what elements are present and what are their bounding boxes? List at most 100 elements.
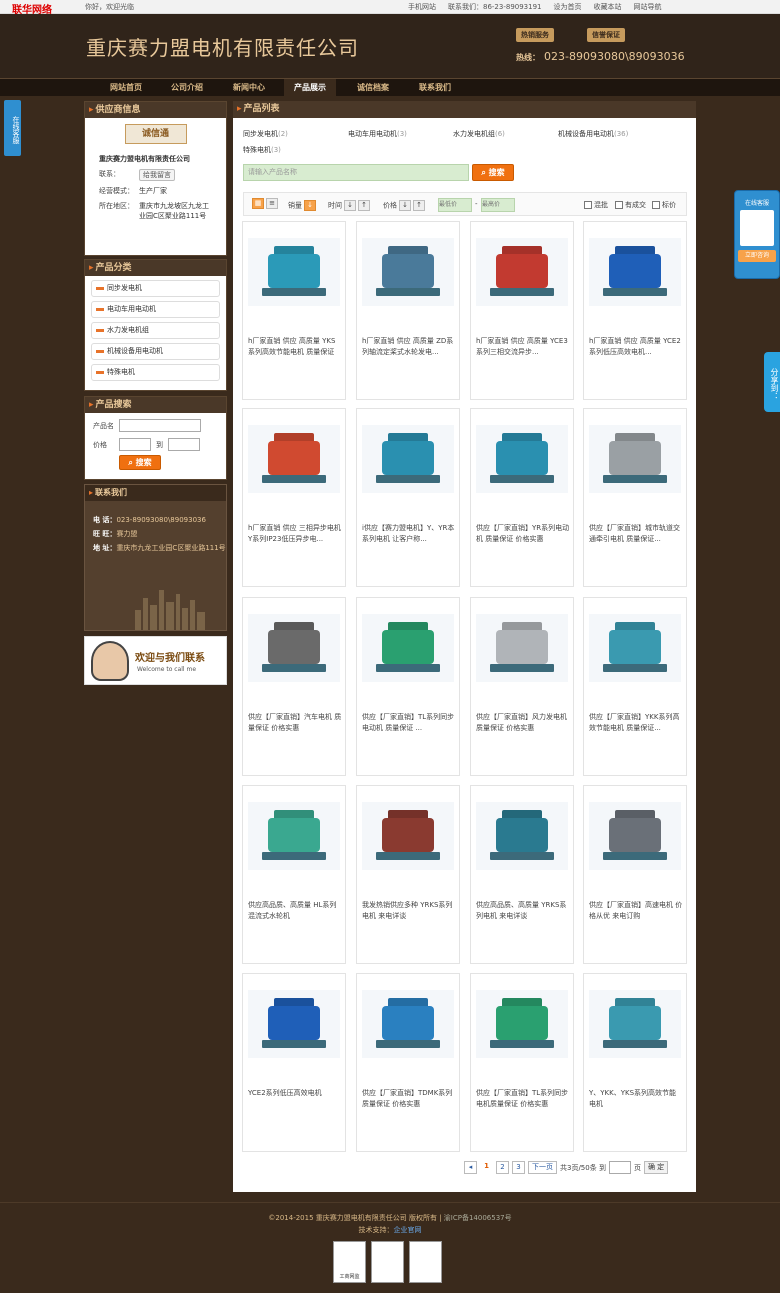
product-caption[interactable]: 供应高品质、高质量 HL系列混流式水轮机 [248, 900, 342, 922]
product-caption[interactable]: 供应【厂家直销】城市轨道交通牵引电机 质量保证... [589, 523, 683, 545]
top-link-favorite[interactable]: 收藏本站 [594, 2, 622, 12]
product-card[interactable]: h厂家直销 供应 高质量 YCE2系列低压高效电机... [583, 221, 687, 400]
product-image[interactable] [248, 614, 340, 682]
product-caption[interactable]: 供应高品质、高质量 YRKS系列电机 来电详谈 [476, 900, 570, 922]
product-image[interactable] [589, 990, 681, 1058]
product-card[interactable]: 供应高品质、高质量 YRKS系列电机 来电详谈 [470, 785, 574, 964]
product-card[interactable]: h厂家直销 供应 三相异步电机 Y系列IP23低压异步电... [242, 408, 346, 587]
leave-message-button[interactable]: 给我留言 [139, 169, 175, 181]
product-search-button[interactable]: ⌕ 搜索 [472, 164, 514, 181]
page-1[interactable]: 1 [480, 1161, 493, 1174]
product-image[interactable] [476, 990, 568, 1058]
product-card[interactable]: 供应【厂家直销】YKK系列高效节能电机 质量保证... [583, 597, 687, 776]
product-name-input[interactable] [119, 419, 201, 432]
price-max-input[interactable] [168, 438, 200, 451]
support-link[interactable]: 企业官网 [394, 1226, 422, 1234]
product-card[interactable]: h厂家直销 供应 高质量 YCE3系列三相交流异步... [470, 221, 574, 400]
next-page-button[interactable]: 下一页 [528, 1161, 557, 1174]
nav-credit[interactable]: 诚信档案 [357, 82, 389, 93]
company-title[interactable]: 重庆赛力盟电机有限责任公司 [86, 32, 359, 61]
sort-time[interactable]: 时间 ↓ ↑ [328, 200, 370, 211]
security-badge-icon[interactable] [409, 1241, 442, 1283]
product-card[interactable]: 供应【厂家直销】TDMK系列质量保证 价格实惠 [356, 973, 460, 1152]
nav-news[interactable]: 新闻中心 [233, 82, 265, 93]
nav-contact[interactable]: 联系我们 [419, 82, 451, 93]
product-caption[interactable]: 我发热销供应多种 YRKS系列电机 来电详谈 [362, 900, 456, 922]
product-image[interactable] [589, 238, 681, 306]
product-caption[interactable]: Y、YKK、YKS系列高效节能电机 [589, 1088, 683, 1110]
gongshang-badge-icon[interactable]: 工商网监 [333, 1241, 366, 1283]
product-caption[interactable]: h厂家直销 供应 高质量 YCE2系列低压高效电机... [589, 336, 683, 358]
category-item[interactable]: 机械设备用电动机 [91, 343, 220, 360]
product-card[interactable]: h厂家直销 供应 高质量 YKS系列高效节能电机 质量保证 [242, 221, 346, 400]
product-caption[interactable]: h厂家直销 供应 高质量 ZD系列轴流定桨式水轮发电... [362, 336, 456, 358]
police-badge-icon[interactable] [371, 1241, 404, 1283]
product-card[interactable]: 供应【厂家直销】TL系列同步电机质量保证 价格实惠 [470, 973, 574, 1152]
page-confirm-button[interactable]: 确 定 [643, 1161, 669, 1174]
product-card[interactable]: Y、YKK、YKS系列高效节能电机 [583, 973, 687, 1152]
product-caption[interactable]: 供应【厂家直销】YR系列电动机 质量保证 价格实惠 [476, 523, 570, 545]
product-caption[interactable]: h厂家直销 供应 三相异步电机 Y系列IP23低压异步电... [248, 523, 342, 545]
category-item[interactable]: 特殊电机 [91, 364, 220, 381]
product-card[interactable]: 供应【厂家直销】城市轨道交通牵引电机 质量保证... [583, 408, 687, 587]
page-2[interactable]: 2 [496, 1161, 509, 1174]
filter-priced[interactable]: 标价 [652, 200, 676, 210]
top-link-sitemap[interactable]: 网站导航 [634, 2, 662, 12]
product-image[interactable] [362, 990, 454, 1058]
product-caption[interactable]: i供应【赛力盟电机】Y、YR本系列电机 让客户称... [362, 523, 456, 545]
category-item[interactable]: 水力发电机组 [91, 322, 220, 339]
tag-item[interactable]: 电动车用电动机(3) [348, 129, 453, 139]
tag-item[interactable]: 特殊电机(3) [243, 145, 348, 155]
product-caption[interactable]: 供应【厂家直销】TDMK系列质量保证 价格实惠 [362, 1088, 456, 1110]
tag-item[interactable]: 机械设备用电动机(36) [558, 129, 663, 139]
tag-item[interactable]: 水力发电机组(6) [453, 129, 558, 139]
product-caption[interactable]: h厂家直销 供应 高质量 YCE3系列三相交流异步... [476, 336, 570, 358]
product-image[interactable] [589, 614, 681, 682]
product-search-input[interactable]: 请输入产品名称 [243, 164, 469, 181]
product-image[interactable] [362, 425, 454, 493]
product-image[interactable] [362, 238, 454, 306]
list-view-icon[interactable]: ≡ [264, 198, 278, 209]
max-price-input[interactable] [481, 198, 515, 212]
share-tab[interactable]: 分享到： [764, 352, 780, 412]
top-link-mobile[interactable]: 手机网站 [408, 2, 436, 12]
product-image[interactable] [362, 802, 454, 870]
consult-now-button[interactable]: 立即咨询 [738, 250, 776, 262]
nav-about[interactable]: 公司介绍 [171, 82, 203, 93]
product-caption[interactable]: 供应【厂家直销】高速电机 价格从优 来电订购 [589, 900, 683, 922]
nav-products[interactable]: 产品展示 [284, 79, 336, 97]
product-image[interactable] [589, 425, 681, 493]
product-image[interactable] [248, 990, 340, 1058]
top-link-contact[interactable]: 联系我们：86-23-89093191 [448, 2, 542, 12]
product-image[interactable] [248, 425, 340, 493]
page-3[interactable]: 3 [512, 1161, 525, 1174]
product-caption[interactable]: 供应【厂家直销】汽车电机 质量保证 价格实惠 [248, 712, 342, 734]
product-caption[interactable]: 供应【厂家直销】TL系列同步电动机 质量保证 ... [362, 712, 456, 734]
product-card[interactable]: i供应【赛力盟电机】Y、YR本系列电机 让客户称... [356, 408, 460, 587]
supplier-name[interactable]: 重庆赛力盟电机有限责任公司 [99, 154, 226, 164]
sidebar-search-button[interactable]: ⌕ 搜索 [119, 455, 161, 470]
product-image[interactable] [476, 425, 568, 493]
product-card[interactable]: h厂家直销 供应 高质量 ZD系列轴流定桨式水轮发电... [356, 221, 460, 400]
product-card[interactable]: 供应高品质、高质量 HL系列混流式水轮机 [242, 785, 346, 964]
product-card[interactable]: 供应【厂家直销】高速电机 价格从优 来电订购 [583, 785, 687, 964]
product-card[interactable]: 供应【厂家直销】YR系列电动机 质量保证 价格实惠 [470, 408, 574, 587]
product-image[interactable] [476, 614, 568, 682]
product-card[interactable]: 供应【厂家直销】汽车电机 质量保证 价格实惠 [242, 597, 346, 776]
product-caption[interactable]: 供应【厂家直销】TL系列同步电机质量保证 价格实惠 [476, 1088, 570, 1110]
category-item[interactable]: 电动车用电动机 [91, 301, 220, 318]
product-image[interactable] [248, 238, 340, 306]
product-image[interactable] [476, 238, 568, 306]
ww-value[interactable]: 赛力盟 [116, 530, 137, 538]
product-caption[interactable]: 供应【厂家直销】风力发电机 质量保证 价格实惠 [476, 712, 570, 734]
product-caption[interactable]: 供应【厂家直销】YKK系列高效节能电机 质量保证... [589, 712, 683, 734]
product-card[interactable]: YCE2系列低压高效电机 [242, 973, 346, 1152]
product-image[interactable] [476, 802, 568, 870]
product-caption[interactable]: YCE2系列低压高效电机 [248, 1088, 342, 1110]
product-image[interactable] [589, 802, 681, 870]
price-min-input[interactable] [119, 438, 151, 451]
online-service-tab[interactable]: 在线客服 [4, 100, 21, 156]
filter-mixed[interactable]: 混批 [584, 200, 608, 210]
sort-price[interactable]: 价格 ↓ ↑ [383, 200, 425, 211]
product-image[interactable] [248, 802, 340, 870]
